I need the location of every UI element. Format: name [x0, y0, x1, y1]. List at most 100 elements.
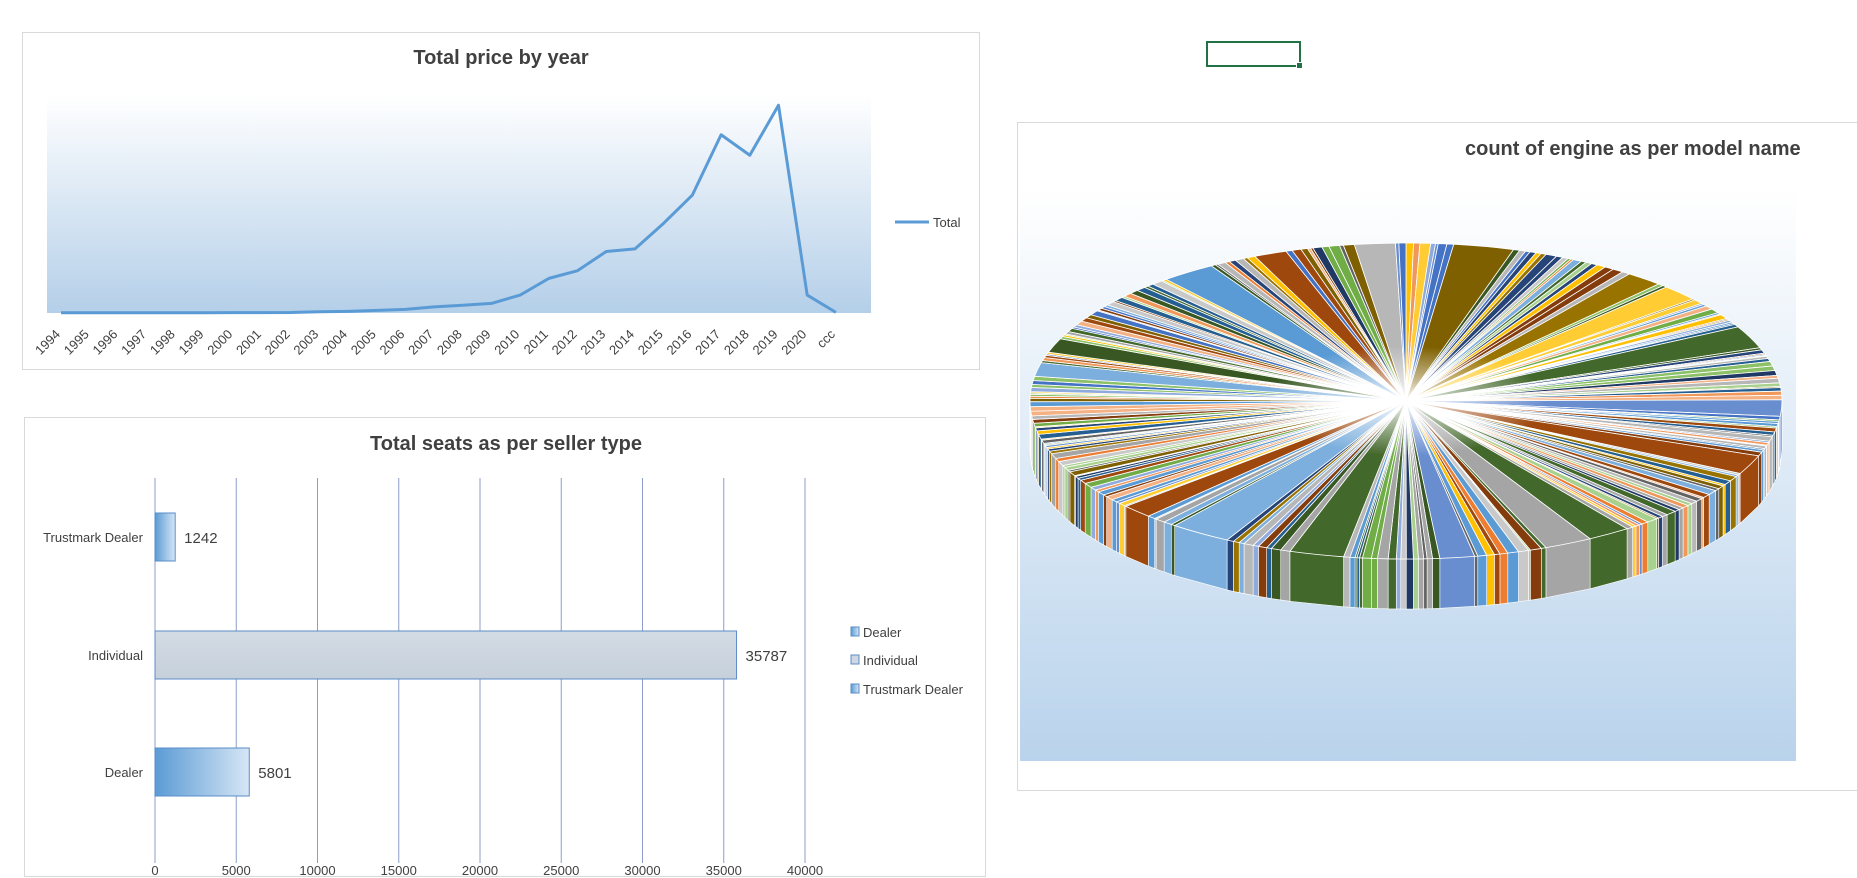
x-tick-label: 2008 — [434, 327, 465, 358]
bar-dealer — [155, 748, 249, 796]
x-tick-label: 40000 — [787, 863, 823, 878]
pie-slice-side — [1063, 466, 1065, 518]
bar-chart-plot: 0500010000150002000025000300003500040000… — [25, 418, 987, 878]
pie-slice-side — [1239, 543, 1244, 594]
pie-slice-side — [1049, 451, 1051, 504]
pie-slice-side — [1362, 558, 1371, 608]
pie-slice-side — [1642, 522, 1648, 574]
x-tick-label: 20000 — [462, 863, 498, 878]
pie-slice-side — [1119, 503, 1124, 555]
pie-slice-side — [1667, 511, 1675, 564]
pie-slice-side — [1433, 558, 1440, 608]
selected-cell[interactable] — [1206, 41, 1301, 67]
x-tick-label: 2002 — [262, 327, 293, 358]
x-tick-label: 2005 — [348, 327, 379, 358]
pie-slice-side — [1440, 556, 1475, 608]
pie-slice-side — [1233, 541, 1239, 592]
pie-slice-side — [1541, 548, 1546, 599]
legend-label: Total — [933, 215, 961, 230]
pie-slice-side — [1530, 548, 1541, 600]
pie-slice-side — [1056, 458, 1059, 511]
pie-slice-side — [1662, 515, 1667, 567]
plot-area — [47, 95, 871, 313]
pie-slice-side — [1117, 502, 1120, 553]
pie-slice-side — [1164, 522, 1171, 574]
pie-slice-side — [1065, 467, 1068, 520]
pie-slice-side — [1098, 492, 1103, 545]
pie-slice-side — [1759, 452, 1762, 506]
pie-slice-side — [1059, 462, 1063, 516]
data-label: 5801 — [258, 765, 291, 782]
line-chart[interactable]: Total price by year 19941995199619971998… — [22, 32, 980, 370]
x-tick-label: 2020 — [778, 327, 809, 358]
x-tick-label: 2003 — [290, 327, 321, 358]
x-tick-label: 2013 — [577, 327, 608, 358]
x-tick-label: 1999 — [176, 327, 207, 358]
pie-slice-side — [1675, 510, 1679, 562]
pie-slice-side — [1377, 559, 1388, 609]
pie-slice-side — [1095, 490, 1098, 542]
pie-slice-side — [1719, 486, 1723, 539]
x-tick-label: 2009 — [463, 327, 494, 358]
pie-slice-side — [1418, 559, 1423, 609]
bar-chart[interactable]: Total seats as per seller type 050001000… — [24, 417, 986, 877]
legend-label: Individual — [863, 653, 918, 668]
x-tick-label: 0 — [151, 863, 158, 878]
pie-slice-side — [1126, 506, 1149, 566]
pie-slice-side — [1413, 559, 1418, 609]
pie-slice-side — [1697, 499, 1702, 552]
x-tick-label: 2014 — [606, 327, 637, 358]
pie-slice-side — [1494, 554, 1500, 605]
pie-slice-side — [1253, 545, 1258, 596]
pie-slice-side — [1487, 555, 1495, 606]
pie-slice-side — [1038, 434, 1041, 489]
pie-slice-side — [1107, 497, 1113, 550]
legend-swatch — [851, 627, 859, 636]
pie-slice-side — [1112, 500, 1116, 552]
fill-handle[interactable] — [1296, 62, 1303, 69]
x-tick-label: 2019 — [750, 327, 781, 358]
data-label: 1242 — [184, 530, 217, 547]
pie-slice-side — [1156, 519, 1164, 572]
pie-slice-side — [1171, 524, 1174, 575]
pie-slice-side — [1659, 517, 1663, 569]
pie-slice-side — [1500, 553, 1508, 604]
pie-slice-side — [1267, 548, 1272, 599]
pie-slice-side — [1692, 501, 1697, 553]
pie-slice-side — [1636, 525, 1639, 576]
pie-slice-side — [1091, 487, 1095, 540]
x-tick-label: 2017 — [692, 327, 723, 358]
pie-slice-side — [1627, 527, 1633, 579]
pie-slice-side — [1725, 481, 1730, 535]
pie-slice-side — [1688, 504, 1692, 556]
pie-slice-side — [1271, 549, 1280, 600]
x-tick-label: 1995 — [61, 327, 92, 358]
x-tick-label: 2011 — [521, 327, 551, 357]
pie-slice-side — [1704, 494, 1709, 547]
x-tick-label: 10000 — [299, 863, 335, 878]
pie-slice-side — [1424, 559, 1427, 609]
pie-slice-side — [1359, 558, 1362, 608]
pie-slice-side — [1736, 475, 1738, 527]
x-tick-label: ccc — [814, 326, 839, 351]
x-tick-label: 1996 — [89, 327, 120, 358]
pie-slice-side — [1716, 489, 1719, 541]
pie-center-glow — [1266, 346, 1546, 456]
pie-slice-side — [1290, 551, 1344, 607]
pie-slice-side — [1244, 544, 1253, 596]
pie-slice-side — [1085, 483, 1091, 537]
pie-slice-side — [1639, 524, 1642, 575]
pie-slice-side — [1227, 540, 1233, 591]
pie-slice-side — [1357, 558, 1360, 608]
pie-chart[interactable]: count of engine as per model name — [1017, 122, 1857, 791]
legend-swatch — [851, 655, 859, 664]
pie-slice-side — [1519, 550, 1529, 601]
data-label: 35787 — [746, 648, 788, 665]
category-label: Trustmark Dealer — [43, 530, 144, 545]
x-tick-label: 2018 — [721, 327, 752, 358]
pie-chart-plot — [1018, 123, 1857, 792]
pie-slice-side — [1427, 559, 1432, 609]
x-tick-label: 30000 — [624, 863, 660, 878]
pie-slice-side — [1723, 484, 1725, 535]
pie-slice-side — [1508, 552, 1519, 603]
